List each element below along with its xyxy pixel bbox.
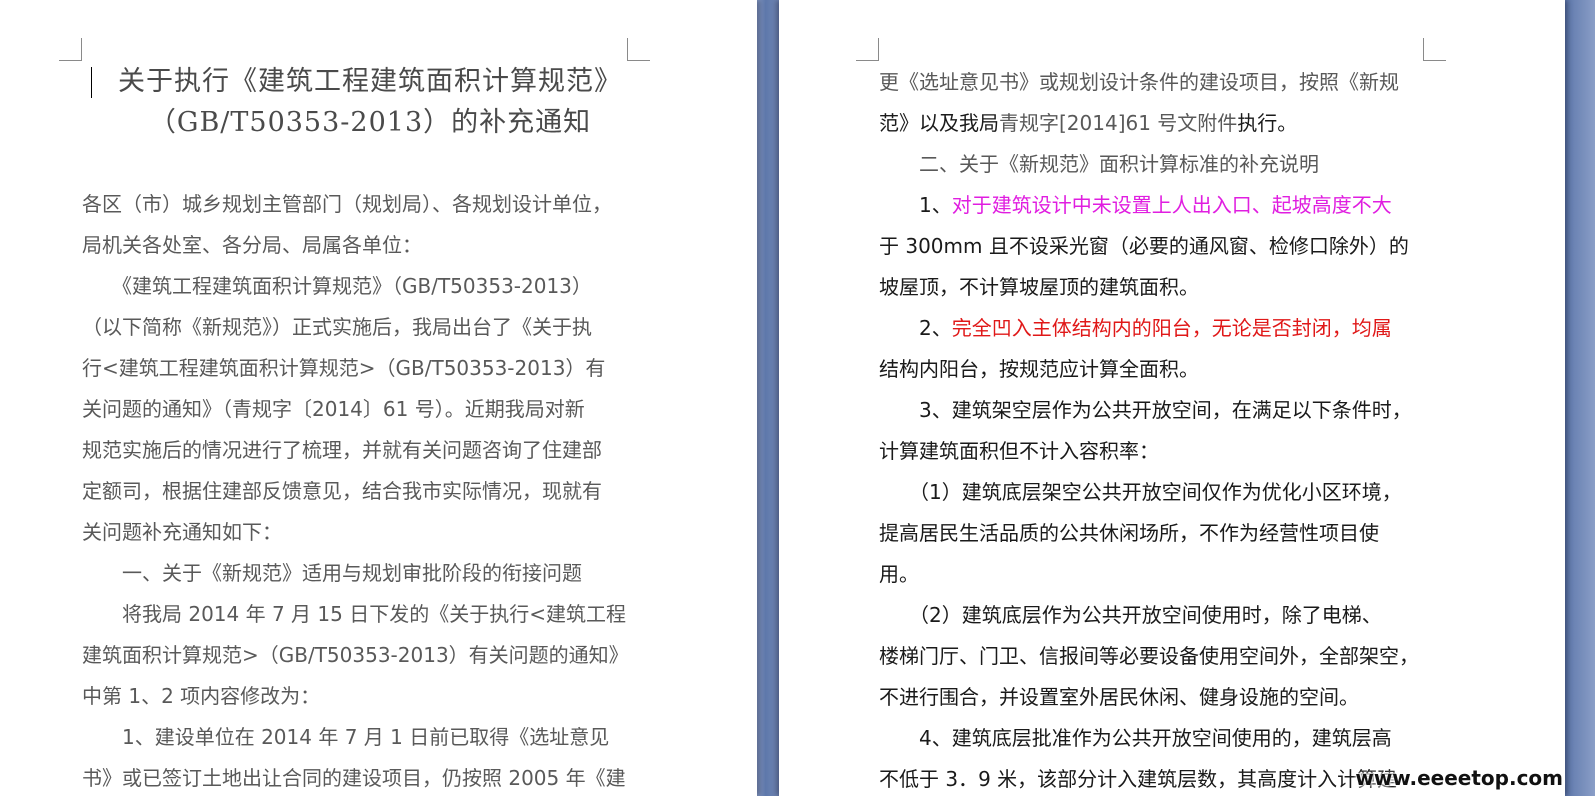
body-line: （1）建筑底层架空公共开放空间仅作为优化小区环境， (879, 480, 1402, 504)
body-line: 关问题的通知》（青规字〔2014〕61 号）。近期我局对新 (82, 397, 585, 421)
page-gap (757, 0, 779, 796)
body-line: 用。 (879, 562, 919, 586)
body-line: 中第 1、2 项内容修改为： (82, 684, 321, 708)
body-line: 关问题补充通知如下： (82, 520, 282, 544)
doc-title-line2: （GB/T50353-2013）的补充通知 (148, 107, 592, 138)
body-line: 将我局 2014 年 7 月 15 日下发的《关于执行<建筑工程 (82, 602, 626, 626)
body-line: 1、建设单位在 2014 年 7 月 1 日前已取得《选址意见 (82, 725, 610, 749)
item-2-line: 结构内阳台，按规范应计算全面积。 (879, 357, 1199, 381)
doc-title-line1: 关于执行《建筑工程建筑面积计算规范》 (118, 66, 622, 97)
body-line: 不进行围合，并设置室外居民休闲、健身设施的空间。 (879, 685, 1359, 709)
body-line: 3、建筑架空层作为公共开放空间，在满足以下条件时， (879, 398, 1412, 422)
body-line: 行<建筑工程建筑面积计算规范>（GB/T50353-2013）有 (82, 356, 606, 380)
item-1-line: 坡屋顶，不计算坡屋顶的建筑面积。 (879, 275, 1199, 299)
item-1-line: 于 300mm 且不设采光窗（必要的通风窗、检修口除外）的 (879, 234, 1409, 258)
body-line: （2）建筑底层作为公共开放空间使用时，除了电梯、 (879, 603, 1382, 627)
body-line: 书》或已签订土地出让合同的建设项目，仍按照 2005 年《建 (82, 766, 626, 790)
body-line: 局机关各处室、各分局、局属各单位： (82, 233, 422, 257)
body-line: 建筑面积计算规范>（GB/T50353-2013）有关问题的通知》 (82, 643, 629, 667)
body-line: 更《选址意见书》或规划设计条件的建设项目，按照《新规 (879, 70, 1399, 94)
body-line: 各区（市）城乡规划主管部门（规划局）、各规划设计单位， (82, 192, 612, 216)
body-line: 不低于 3．9 米，该部分计入建筑层数，其高度计入计算建 (879, 767, 1398, 791)
item-1-line: 1、对于建筑设计中未设置上人出入口、起坡高度不大 (879, 193, 1392, 217)
body-line: 4、建筑底层批准作为公共开放空间使用的，建筑层高 (879, 726, 1392, 750)
body-line: 范》以及我局青规字[2014]61 号文附件执行。 (879, 111, 1298, 135)
body-line: 计算建筑面积但不计入容积率： (879, 439, 1159, 463)
body-line: 《建筑工程建筑面积计算规范》（GB/T50353-2013） (82, 274, 592, 298)
body-line: 定额司，根据住建部反馈意见，结合我市实际情况，现就有 (82, 479, 602, 503)
crop-mark-top-left (59, 38, 82, 61)
watermark: www.eeeetop.com (1355, 766, 1563, 790)
section-heading: 一、关于《新规范》适用与规划审批阶段的衔接问题 (82, 561, 582, 585)
document-page-left[interactable]: 关于执行《建筑工程建筑面积计算规范》 （GB/T50353-2013）的补充通知… (0, 0, 757, 796)
item-2-line: 2、完全凹入主体结构内的阳台，无论是否封闭，均属 (879, 316, 1392, 340)
body-line: 提高居民生活品质的公共休闲场所，不作为经营性项目使 (879, 521, 1379, 545)
body-line: 规范实施后的情况进行了梳理，并就有关问题咨询了住建部 (82, 438, 602, 462)
body-line: （以下简称《新规范》）正式实施后，我局出台了《关于执 (82, 315, 592, 339)
crop-mark-top-left (856, 38, 879, 61)
crop-mark-top-right (1423, 38, 1446, 61)
right-gutter (1565, 0, 1595, 796)
crop-mark-top-right (627, 38, 650, 61)
body-line: 楼梯门厅、门卫、信报间等必要设备使用空间外，全部架空， (879, 644, 1419, 668)
document-page-right[interactable]: 更《选址意见书》或规划设计条件的建设项目，按照《新规 范》以及我局青规字[201… (779, 0, 1565, 796)
section-heading: 二、关于《新规范》面积计算标准的补充说明 (879, 152, 1319, 176)
